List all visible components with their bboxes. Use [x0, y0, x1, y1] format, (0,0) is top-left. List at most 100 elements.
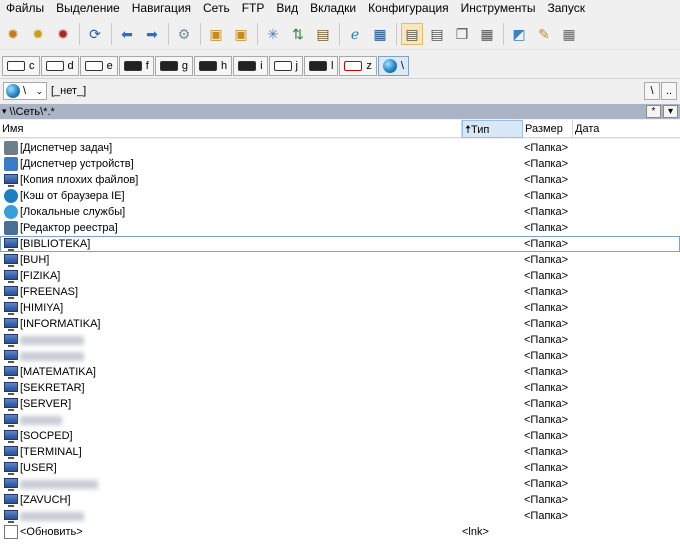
- item-name: [SERVER]: [20, 398, 72, 410]
- drive-label: j: [295, 59, 298, 72]
- ie-icon: [4, 189, 18, 203]
- column-size[interactable]: Размер: [523, 120, 573, 138]
- network-icon: [6, 84, 20, 98]
- refresh-icon[interactable]: ⟳: [84, 23, 106, 45]
- list-item[interactable]: [SOCPED] <Папка>: [0, 428, 680, 444]
- monitor-icon[interactable]: ▦: [369, 23, 391, 45]
- registry-icon: [4, 221, 18, 235]
- current-path[interactable]: \\Сеть\*.*: [7, 106, 646, 118]
- toolbar-separator: [257, 22, 258, 45]
- item-name: [Диспетчер задач]: [20, 142, 113, 154]
- pack-icon[interactable]: ▣: [205, 23, 227, 45]
- computer-icon: [4, 366, 18, 379]
- computer-icon: [4, 286, 18, 299]
- computer-icon: [4, 318, 18, 331]
- computer-icon: [4, 430, 18, 443]
- toolbar-separator: [200, 22, 201, 45]
- drive-button-network[interactable]: \: [377, 55, 409, 76]
- list-item[interactable]: [ZAVUCH] <Папка>: [0, 492, 680, 508]
- list-item[interactable]: [Диспетчер устройств] <Папка>: [0, 156, 680, 172]
- menu-tools[interactable]: Инструменты: [455, 0, 542, 17]
- notepad-icon[interactable]: ▤: [426, 23, 448, 45]
- drive-button-c[interactable]: c: [2, 55, 40, 76]
- gear-icon[interactable]: ✹: [27, 23, 49, 45]
- drive-button-g[interactable]: g: [154, 55, 193, 76]
- menu-files[interactable]: Файлы: [0, 0, 50, 17]
- usb-drive-icon: [238, 60, 257, 71]
- drive-button-l[interactable]: l: [303, 55, 339, 76]
- column-date[interactable]: Дата: [573, 120, 680, 138]
- list-item[interactable]: [BUH] <Папка>: [0, 252, 680, 268]
- arrow-right-icon[interactable]: ➡: [141, 23, 163, 45]
- list-item[interactable]: [USER] <Папка>: [0, 460, 680, 476]
- menu-tabs[interactable]: Вкладки: [304, 0, 362, 17]
- gear-icon[interactable]: ✹: [2, 23, 24, 45]
- menu-network[interactable]: Сеть: [197, 0, 236, 17]
- drive-select[interactable]: \ ⌄: [3, 82, 47, 100]
- unpack-icon[interactable]: ▣: [230, 23, 252, 45]
- list-item[interactable]: [SEKRETAR] <Папка>: [0, 380, 680, 396]
- menu-bar: Файлы Выделение Навигация Сеть FTP Вид В…: [0, 0, 680, 17]
- toolbar-separator: [339, 22, 340, 45]
- list-item[interactable]: [FREENAS] <Папка>: [0, 284, 680, 300]
- list-item[interactable]: [Локальные службы] <Папка>: [0, 204, 680, 220]
- calculator-icon[interactable]: ▦: [558, 23, 580, 45]
- list-item[interactable]: <Папка>: [0, 508, 680, 524]
- gear-icon[interactable]: ✹: [52, 23, 74, 45]
- list-item[interactable]: [FIZIKA] <Папка>: [0, 268, 680, 284]
- item-size: <Папка>: [524, 302, 568, 314]
- column-name[interactable]: Имя: [0, 120, 462, 138]
- history-button[interactable]: ▾: [663, 105, 678, 118]
- menu-navigation[interactable]: Навигация: [126, 0, 197, 17]
- menu-view[interactable]: Вид: [270, 0, 304, 17]
- list-item[interactable]: <Папка>: [0, 476, 680, 492]
- clipboard-icon[interactable]: ▤: [312, 23, 334, 45]
- drive-button-i[interactable]: i: [233, 55, 268, 76]
- list-item[interactable]: <Папка>: [0, 412, 680, 428]
- menu-ftp[interactable]: FTP: [236, 0, 271, 17]
- drive-icon: [45, 60, 64, 71]
- arrow-left-icon[interactable]: ⬅: [116, 23, 138, 45]
- menu-configuration[interactable]: Конфигурация: [362, 0, 455, 17]
- drive-label: i: [260, 59, 263, 72]
- menu-launch[interactable]: Запуск: [542, 0, 592, 17]
- list-item[interactable]: [SERVER] <Папка>: [0, 396, 680, 412]
- list-item[interactable]: [Диспетчер задач] <Папка>: [0, 140, 680, 156]
- ie-icon[interactable]: ℯ: [344, 23, 366, 45]
- drive-button-d[interactable]: d: [40, 55, 79, 76]
- star-icon[interactable]: ✳: [262, 23, 284, 45]
- menu-selection[interactable]: Выделение: [50, 0, 126, 17]
- sort-icon[interactable]: ⇅: [287, 23, 309, 45]
- list-item[interactable]: <Папка>: [0, 348, 680, 364]
- root-dir-button[interactable]: \: [644, 82, 660, 100]
- list-item[interactable]: [HIMIYA] <Папка>: [0, 300, 680, 316]
- services-icon: [4, 205, 18, 219]
- chevron-down-icon: ⌄: [35, 85, 43, 96]
- refresh-item[interactable]: <Обновить> <lnk>: [0, 524, 680, 540]
- list-item[interactable]: [INFORMATIKA] <Папка>: [0, 316, 680, 332]
- item-size: <Папка>: [524, 398, 568, 410]
- drive-button-h[interactable]: h: [193, 55, 233, 76]
- book-icon[interactable]: ◩: [508, 23, 530, 45]
- list-item[interactable]: [Кэш от браузера IE] <Папка>: [0, 188, 680, 204]
- copy-icon[interactable]: ❐: [451, 23, 473, 45]
- list-item[interactable]: [Копия плохих файлов] <Папка>: [0, 172, 680, 188]
- list-item[interactable]: [TERMINAL] <Папка>: [0, 444, 680, 460]
- notepad-icon[interactable]: ▤: [401, 22, 423, 45]
- list-item[interactable]: [BIBLIOTEKA] <Папка>: [0, 236, 680, 252]
- list-item[interactable]: [Редактор реестра] <Папка>: [0, 220, 680, 236]
- parent-dir-button[interactable]: ..: [661, 82, 677, 100]
- settings-icon[interactable]: ⚙: [173, 23, 195, 45]
- drive-button-z[interactable]: z: [339, 55, 377, 76]
- drive-label: e: [106, 59, 113, 72]
- grid-icon[interactable]: ▦: [476, 23, 498, 45]
- drive-button-j[interactable]: j: [268, 55, 303, 76]
- filter-button[interactable]: *: [646, 105, 661, 118]
- column-size-label: Размер: [525, 123, 563, 135]
- drive-button-e[interactable]: e: [79, 55, 118, 76]
- brush-icon[interactable]: ✎: [533, 23, 555, 45]
- drive-button-f[interactable]: f: [118, 55, 154, 76]
- column-type[interactable]: 🠅Тип: [462, 120, 523, 138]
- list-item[interactable]: <Папка>: [0, 332, 680, 348]
- list-item[interactable]: [MATEMATIKA] <Папка>: [0, 364, 680, 380]
